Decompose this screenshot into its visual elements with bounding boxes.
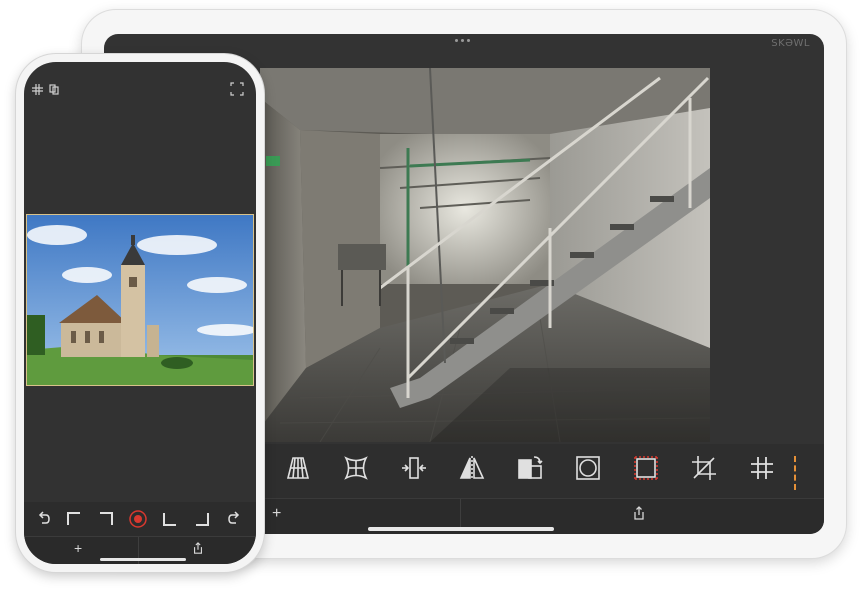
redo-icon[interactable] bbox=[226, 509, 246, 529]
crop-icon[interactable] bbox=[690, 454, 718, 482]
bottom-separator bbox=[460, 499, 461, 529]
center-point-icon[interactable] bbox=[128, 509, 148, 529]
phone-screen: + bbox=[24, 62, 256, 564]
rotate-aspect-icon[interactable] bbox=[516, 454, 544, 482]
window-grabber[interactable] bbox=[454, 39, 470, 43]
church-photo[interactable] bbox=[26, 214, 254, 386]
brand-label: SKƏWL bbox=[771, 38, 810, 49]
church-image bbox=[27, 215, 253, 385]
horizontal-stretch-icon[interactable] bbox=[400, 454, 428, 482]
free-perspective-icon[interactable] bbox=[342, 454, 370, 482]
home-indicator bbox=[368, 527, 554, 531]
factory-photo bbox=[260, 68, 710, 442]
corner-top-right-icon[interactable] bbox=[96, 509, 116, 529]
grid-icon[interactable] bbox=[748, 454, 776, 482]
share-icon[interactable] bbox=[632, 506, 646, 520]
undo-icon[interactable] bbox=[32, 509, 52, 529]
layers-icon[interactable] bbox=[49, 84, 59, 95]
square-crop-icon[interactable] bbox=[632, 454, 660, 482]
corner-bottom-left-icon[interactable] bbox=[160, 509, 180, 529]
corner-bottom-right-icon[interactable] bbox=[192, 509, 212, 529]
expand-icon[interactable] bbox=[230, 82, 244, 96]
photo-canvas[interactable] bbox=[260, 68, 710, 442]
grid-icon[interactable] bbox=[32, 84, 43, 95]
add-button[interactable]: + bbox=[272, 505, 281, 523]
phone-device: + bbox=[16, 54, 264, 572]
share-icon[interactable] bbox=[192, 542, 204, 554]
toolbar-divider bbox=[794, 456, 796, 490]
add-button[interactable]: + bbox=[74, 540, 82, 556]
home-indicator bbox=[100, 558, 186, 561]
vertical-perspective-icon[interactable] bbox=[284, 454, 312, 482]
phone-top-icons bbox=[32, 84, 59, 95]
circle-crop-icon[interactable] bbox=[574, 454, 602, 482]
mirror-flip-icon[interactable] bbox=[458, 454, 486, 482]
phone-toolbar bbox=[24, 502, 256, 536]
corner-top-left-icon[interactable] bbox=[64, 509, 84, 529]
